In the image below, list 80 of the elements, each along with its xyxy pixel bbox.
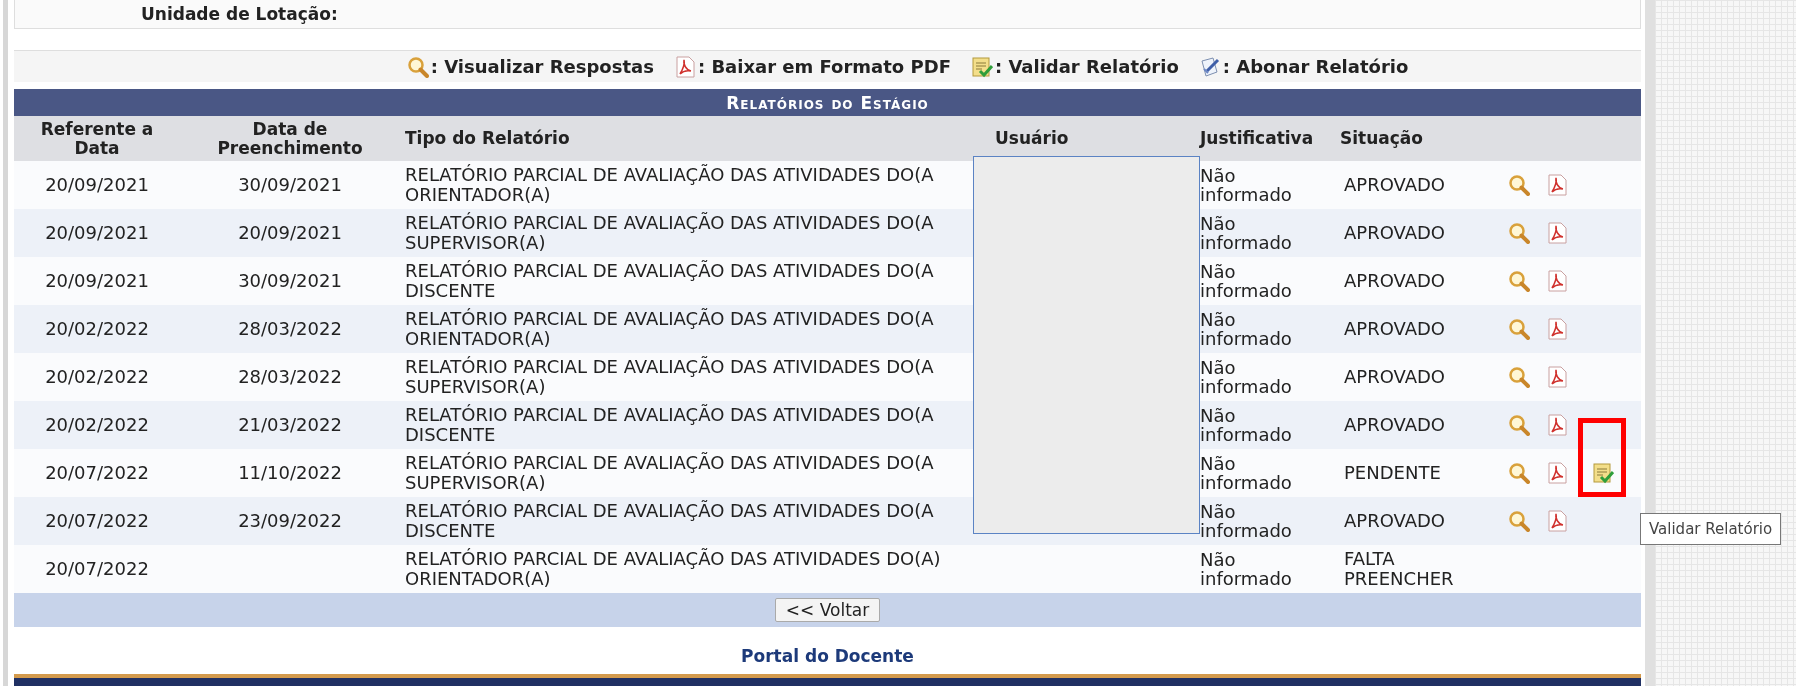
field-label: Unidade de Lotação:	[141, 4, 338, 25]
column-header: Tipo do Relatório	[405, 129, 570, 149]
column-header: Referente a Data	[39, 119, 155, 158]
legend-label: : Validar Relatório	[994, 56, 1179, 78]
table-cell: 20/07/2022	[14, 497, 180, 546]
table-cell: RELATÓRIO PARCIAL DE AVALIAÇÃO DAS ATIVIDADES DO(A SUPERVISOR(A)	[405, 453, 934, 494]
table-cell-text: APROVADO	[1344, 511, 1447, 532]
table-cell: 28/03/2022	[238, 318, 342, 340]
table-cell: 23/09/2022	[238, 510, 342, 532]
portal-link[interactable]: Portal do Docente	[741, 645, 914, 666]
column-header: Situação	[1340, 129, 1423, 149]
table-cell: Não informado	[1200, 357, 1290, 396]
column-header: Usuário	[995, 129, 1069, 149]
table-cell: Não informado	[1200, 213, 1290, 252]
table-cell: RELATÓRIO PARCIAL DE AVALIAÇÃO DAS ATIVIDADES DO(A ORIENTADOR(A)	[405, 165, 934, 206]
table-cell: Não informado	[1200, 309, 1290, 348]
table-cell: 20/09/2021	[14, 257, 180, 306]
table-cell-text: FALTA PREENCHER	[1344, 549, 1455, 590]
table-cell-text: APROVADO	[1344, 367, 1447, 388]
magnifier-icon	[406, 55, 429, 78]
table-cell: RELATÓRIO PARCIAL DE AVALIAÇÃO DAS ATIVIDADES DO(A SUPERVISOR(A)	[405, 213, 934, 254]
pdf-icon[interactable]	[1546, 462, 1568, 485]
table-cell: 11/10/2022	[238, 462, 342, 484]
pdf-icon	[673, 55, 696, 78]
magnifier-icon[interactable]	[1508, 510, 1530, 533]
table-cell: Não informado	[1200, 549, 1290, 588]
table-cell: 21/03/2022	[238, 414, 342, 436]
table-cell: 20/02/2022	[14, 353, 180, 402]
table-cell: Não informado	[1200, 261, 1290, 300]
table-cell-text: APROVADO	[1344, 271, 1447, 292]
pdf-icon[interactable]	[1546, 366, 1568, 389]
magnifier-icon[interactable]	[1508, 222, 1530, 245]
table-title: Relatórios do Estágio	[14, 89, 1642, 117]
table-cell-text: APROVADO	[1344, 415, 1447, 436]
checked-note-icon	[970, 55, 993, 78]
table-cell: 20/07/2022	[14, 545, 180, 594]
magnifier-icon[interactable]	[1508, 462, 1530, 485]
table-cell: RELATÓRIO PARCIAL DE AVALIAÇÃO DAS ATIVIDADES DO(A DISCENTE	[405, 405, 934, 446]
table-cell: RELATÓRIO PARCIAL DE AVALIAÇÃO DAS ATIVIDADES DO(A DISCENTE	[405, 501, 934, 542]
table-cell: 20/07/2022	[14, 449, 180, 498]
column-header: Data de Preenchimento	[216, 119, 364, 158]
table-cell: RELATÓRIO PARCIAL DE AVALIAÇÃO DAS ATIVIDADES DO(A DISCENTE	[405, 261, 934, 302]
page-pen-icon	[1198, 55, 1221, 78]
magnifier-icon[interactable]	[1508, 366, 1530, 389]
magnifier-icon[interactable]	[1508, 174, 1530, 197]
back-button[interactable]: << Voltar	[774, 598, 881, 623]
table-cell: 20/09/2021	[14, 209, 180, 258]
table-cell-text: APROVADO	[1344, 175, 1447, 196]
table-cell: 20/02/2022	[14, 401, 180, 450]
table-cell: RELATÓRIO PARCIAL DE AVALIAÇÃO DAS ATIVIDADES DO(A SUPERVISOR(A)	[405, 357, 934, 398]
table-cell-text: APROVADO	[1344, 223, 1447, 244]
table-cell: 30/09/2021	[238, 270, 342, 292]
pdf-icon[interactable]	[1546, 270, 1568, 293]
table-cell: RELATÓRIO PARCIAL DE AVALIAÇÃO DAS ATIVIDADES DO(A ORIENTADOR(A)	[405, 309, 934, 350]
magnifier-icon[interactable]	[1508, 414, 1530, 437]
legend-label: : Visualizar Respostas	[430, 56, 654, 78]
table-cell: 30/09/2021	[238, 174, 342, 196]
table-cell: 20/09/2021	[238, 222, 342, 244]
table-cell-text: APROVADO	[1344, 319, 1447, 340]
table-cell-text: PENDENTE	[1344, 463, 1442, 484]
legend-label: : Baixar em Formato PDF	[697, 56, 951, 78]
pdf-icon[interactable]	[1546, 174, 1568, 197]
column-header: Justificativa	[1200, 129, 1314, 149]
table-cell: Não informado	[1200, 453, 1290, 492]
table-cell: 20/02/2022	[14, 305, 180, 354]
legend-label: : Abonar Relatório	[1222, 56, 1409, 78]
pdf-icon[interactable]	[1546, 222, 1568, 245]
pdf-icon[interactable]	[1546, 318, 1568, 341]
pdf-icon[interactable]	[1546, 414, 1568, 437]
magnifier-icon[interactable]	[1508, 318, 1530, 341]
pdf-icon[interactable]	[1546, 510, 1568, 533]
table-cell: RELATÓRIO PARCIAL DE AVALIAÇÃO DAS ATIVIDADES DO(A) ORIENTADOR(A)	[405, 549, 941, 590]
magnifier-icon[interactable]	[1508, 270, 1530, 293]
table-cell: 28/03/2022	[238, 366, 342, 388]
tooltip: Validar Relatório	[1640, 513, 1782, 545]
table-cell: 20/09/2021	[14, 161, 180, 210]
table-cell: Não informado	[1200, 405, 1290, 444]
table-cell: Não informado	[1200, 165, 1290, 204]
checked-note-icon[interactable]	[1592, 462, 1614, 485]
table-cell: Não informado	[1200, 501, 1290, 540]
